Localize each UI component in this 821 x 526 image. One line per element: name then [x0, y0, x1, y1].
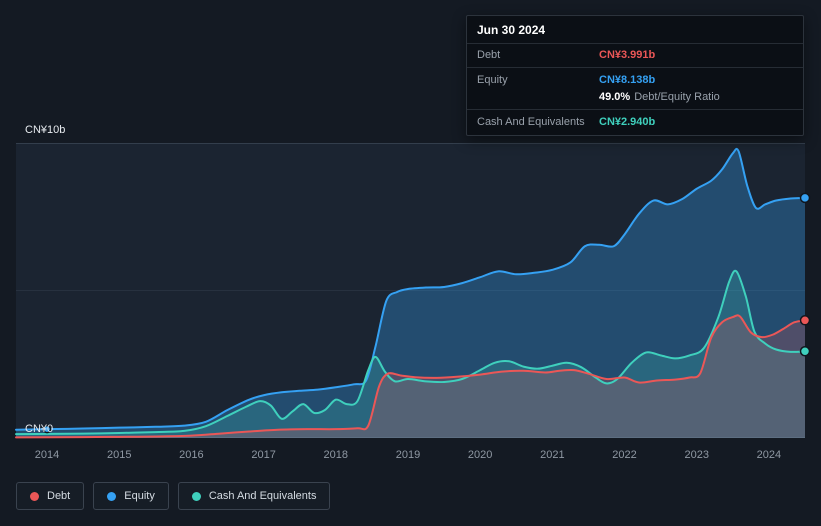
legend-item-debt[interactable]: Debt: [16, 482, 85, 510]
legend-item-cash[interactable]: Cash And Equivalents: [177, 482, 331, 510]
debt-series-dot-icon: [30, 491, 39, 501]
y-axis-label-top: CN¥10b: [25, 124, 66, 136]
tooltip-ratio-value: 49.0% Debt/Equity Ratio: [599, 91, 720, 103]
cash-series-dot-icon: [191, 491, 201, 501]
x-axis: 2014 2015 2016 2017 2018 2019 2020 2021 2022 2023…: [0, 449, 821, 465]
tooltip-cash-value: CN¥2.940b: [599, 116, 656, 128]
equity-series-dot-icon: [107, 491, 117, 501]
x-axis-tick-2017: 2017: [251, 449, 276, 461]
chart-tooltip: Jun 30 2024 Debt CN¥3.991b Equity CN¥8.1…: [466, 15, 804, 136]
legend-cash-label: Cash And Equivalents: [208, 490, 317, 502]
tooltip-equity-label: Equity: [477, 74, 508, 86]
legend-equity-label: Equity: [124, 490, 155, 502]
tooltip-ratio-percent: 49.0%: [599, 91, 631, 103]
x-axis-tick-2023: 2023: [684, 449, 709, 461]
legend-item-equity[interactable]: Equity: [93, 482, 169, 510]
legend-debt-label: Debt: [47, 490, 71, 502]
tooltip-row-debt: Debt CN¥3.991b: [467, 44, 803, 68]
equity-latest-point-marker: [799, 192, 811, 204]
tooltip-row-cash: Cash And Equivalents CN¥2.940b: [467, 109, 803, 135]
tooltip-ratio-label: Debt/Equity Ratio: [634, 91, 720, 103]
tooltip-debt-label: Debt: [477, 49, 501, 61]
chart-legend: Debt Equity Cash And Equivalents: [16, 482, 331, 510]
debt-latest-point-marker: [799, 315, 811, 326]
debt-equity-area-chart[interactable]: [15, 143, 811, 439]
x-axis-tick-2019: 2019: [395, 449, 421, 461]
chart-plot-area[interactable]: [15, 143, 811, 439]
x-axis-tick-2024: 2024: [756, 449, 782, 461]
tooltip-row-equity: Equity CN¥8.138b: [467, 68, 803, 89]
x-axis-tick-2021: 2021: [540, 449, 565, 461]
debt-equity-history-screen: CN¥10b CN¥0 2014 2015 2016 2017 2018 2019 2020…: [0, 0, 821, 526]
tooltip-row-ratio: 49.0% Debt/Equity Ratio: [467, 89, 803, 109]
x-axis-tick-2016: 2016: [179, 449, 204, 461]
x-axis-tick-2020: 2020: [467, 449, 493, 461]
x-axis-tick-2018: 2018: [323, 449, 349, 461]
tooltip-equity-value: CN¥8.138b: [599, 74, 656, 86]
y-axis-label-bottom: CN¥0: [25, 423, 54, 435]
tooltip-date: Jun 30 2024: [467, 16, 803, 44]
tooltip-cash-label: Cash And Equivalents: [477, 116, 585, 128]
cash-latest-point-marker: [799, 346, 811, 357]
tooltip-debt-value: CN¥3.991b: [599, 49, 656, 61]
x-axis-tick-2014: 2014: [34, 449, 60, 461]
x-axis-tick-2022: 2022: [612, 449, 637, 461]
x-axis-tick-2015: 2015: [106, 449, 132, 461]
